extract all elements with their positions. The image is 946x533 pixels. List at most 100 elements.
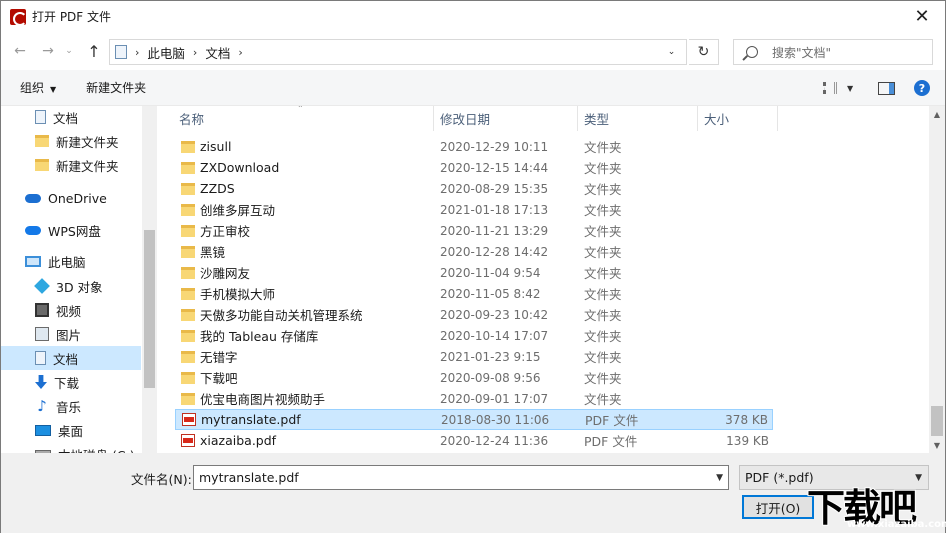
up-arrow-icon[interactable]: ↑ [83,40,105,62]
column-header: ⌃ 名称 修改日期 类型 大小 [157,106,932,131]
sidebar-item-label: 音乐 [56,399,82,415]
scroll-up-icon[interactable] [142,106,157,122]
file-row[interactable]: 手机模拟大师 2020-11-05 8:42 文件夹 [175,283,773,304]
filename-input[interactable]: mytranslate.pdf ▼ [193,465,729,490]
sidebar-item[interactable]: WPS网盘 [1,218,141,242]
address-history-chevron-icon[interactable]: ⌄ [656,40,686,64]
sidebar-item[interactable]: 新建文件夹 [1,129,141,153]
sidebar-item[interactable]: 本地磁盘 (C:) [1,442,141,453]
file-size: 378 KB [725,412,768,427]
file-list: ⌃ 名称 修改日期 类型 大小 zisull 2020-12-29 10:11 文件… [157,106,945,453]
file-name: 方正审校 [200,224,251,239]
sidebar-item[interactable]: 下载 [1,370,141,394]
file-type: 文件夹 [584,350,622,365]
change-view-button[interactable]: ▼ [823,81,861,95]
file-list-scrollbar[interactable]: ▲ ▼ [929,106,945,453]
scroll-down-icon[interactable]: ▼ [929,437,945,453]
file-row[interactable]: 创维多屏互动 2021-01-18 17:13 文件夹 [175,199,773,220]
file-name: ZXDownload [200,160,280,175]
file-date-modified: 2020-12-28 14:42 [440,244,549,259]
sidebar-item[interactable]: 文档 [1,346,141,370]
file-row[interactable]: 下载吧 2020-09-08 9:56 文件夹 [175,367,773,388]
sidebar-item-label: 图片 [56,327,82,343]
music-icon: ♪ [37,397,47,415]
folder-icon [181,224,195,237]
file-name: 黑镜 [200,245,226,260]
organize-button[interactable]: 组织 ▼ [20,79,56,96]
file-type: 文件夹 [584,371,622,386]
bottom-panel: 文件名(N): mytranslate.pdf ▼ PDF (*.pdf) ▼ … [1,453,945,533]
column-header-name[interactable]: 名称 [173,106,434,131]
refresh-icon[interactable]: ↻ [689,39,719,65]
help-icon[interactable]: ? [914,80,930,96]
preview-pane-icon[interactable] [878,82,895,95]
file-row[interactable]: xiazaiba.pdf 2020-12-24 11:36 PDF 文件 139 KB [175,430,773,451]
folder-icon [181,266,195,279]
file-name: 沙雕网友 [200,266,251,281]
file-row[interactable]: 天傲多功能自动关机管理系统 2020-09-23 10:42 文件夹 [175,304,773,325]
chevron-down-icon[interactable]: ▼ [716,473,723,483]
new-folder-button[interactable]: 新建文件夹 [86,79,146,96]
file-row[interactable]: 无错字 2021-01-23 9:15 文件夹 [175,346,773,367]
breadcrumb-separator-icon[interactable]: › [135,46,139,59]
forward-arrow-icon[interactable]: → [37,40,59,62]
file-date-modified: 2020-12-29 10:11 [440,139,549,154]
sidebar-item[interactable]: ♪ 音乐 [1,394,141,418]
file-row[interactable]: 我的 Tableau 存储库 2020-10-14 17:07 文件夹 [175,325,773,346]
close-button[interactable]: ✕ [899,1,945,32]
command-toolbar: 组织 ▼ 新建文件夹 ▼ ? [1,70,945,106]
sidebar-item-label: 新建文件夹 [56,134,119,150]
file-row[interactable]: zisull 2020-12-29 10:11 文件夹 [175,136,773,157]
breadcrumb-separator-icon[interactable]: › [193,46,197,59]
column-header-size[interactable]: 大小 [698,106,778,131]
navigation-scrollbar[interactable] [142,106,157,453]
back-arrow-icon[interactable]: ← [9,40,31,62]
file-row[interactable]: ZXDownload 2020-12-15 14:44 文件夹 [175,157,773,178]
open-pdf-dialog: 打开 PDF 文件 ✕ ← → ⌄ ↑ › 此电脑 › 文档 › ⌄ ↻ 搜索"… [0,0,946,533]
breadcrumb-separator-icon[interactable]: › [238,46,242,59]
file-row[interactable]: ZZDS 2020-08-29 15:35 文件夹 [175,178,773,199]
open-button[interactable]: 打开(O) [742,495,814,519]
sidebar-item[interactable]: 桌面 [1,418,141,442]
sidebar-item-label: WPS网盘 [48,223,101,239]
pdf-app-icon [10,8,27,26]
file-row[interactable]: mytranslate.pdf 2018-08-30 11:06 PDF 文件 378… [175,409,773,430]
search-box[interactable]: 搜索"文档" [733,39,933,65]
3d-objects-icon [34,278,50,294]
column-header-date-modified[interactable]: 修改日期 [434,106,578,131]
file-row[interactable]: 黑镜 2020-12-28 14:42 文件夹 [175,241,773,262]
file-row[interactable]: 沙雕网友 2020-11-04 9:54 文件夹 [175,262,773,283]
sidebar-item[interactable]: 此电脑 [1,249,141,273]
file-date-modified: 2020-11-04 9:54 [440,265,541,280]
file-type: 文件夹 [584,392,622,407]
navigation-bar: ← → ⌄ ↑ › 此电脑 › 文档 › ⌄ ↻ 搜索"文档" [1,32,945,70]
sidebar-item[interactable]: 新建文件夹 [1,153,141,177]
file-type: 文件夹 [584,308,622,323]
title-bar: 打开 PDF 文件 ✕ [1,1,945,32]
folder-icon [181,308,195,321]
sidebar-item[interactable]: 视频 [1,298,141,322]
breadcrumb-this-pc[interactable]: 此电脑 [147,43,185,62]
sidebar-item[interactable]: 图片 [1,322,141,346]
file-list-scroll-thumb[interactable] [931,406,943,436]
sidebar-item[interactable]: 文档 [1,106,141,129]
file-date-modified: 2020-09-01 17:07 [440,391,549,406]
folder-icon [35,159,49,171]
navigation-scroll-thumb[interactable] [144,230,155,388]
chevron-down-icon: ▼ [847,83,854,93]
document-icon [35,110,46,124]
address-bar[interactable]: › 此电脑 › 文档 › ⌄ [109,39,687,65]
file-row[interactable]: 方正审校 2020-11-21 13:29 文件夹 [175,220,773,241]
sidebar-item[interactable]: 3D 对象 [1,274,141,298]
scroll-up-icon[interactable]: ▲ [929,106,945,122]
column-header-type[interactable]: 类型 [578,106,698,131]
sidebar-item-label: 视频 [56,303,82,319]
sidebar-item[interactable]: OneDrive [1,186,141,210]
recent-locations-chevron-icon[interactable]: ⌄ [61,40,77,62]
file-row[interactable]: 优宝电商图片视频助手 2020-09-01 17:07 文件夹 [175,388,773,409]
file-name: mytranslate.pdf [201,412,301,427]
file-type: 文件夹 [584,224,622,239]
dialog-title: 打开 PDF 文件 [32,10,112,24]
folder-icon [181,140,195,153]
breadcrumb-documents[interactable]: 文档 [205,43,230,62]
